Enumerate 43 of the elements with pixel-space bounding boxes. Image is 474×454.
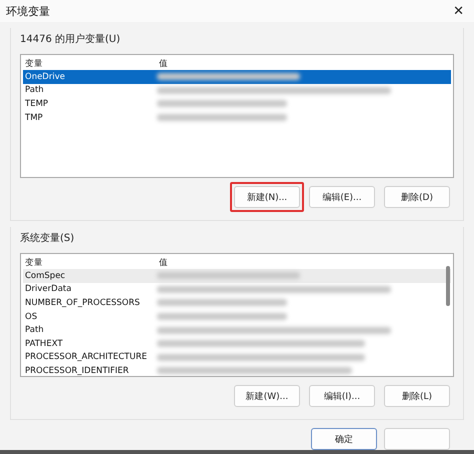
- ok-button[interactable]: 确定: [311, 428, 377, 450]
- variable-name: OneDrive: [24, 72, 66, 82]
- variable-name: DriverData: [24, 284, 72, 294]
- variable-row[interactable]: PROCESSOR_IDENTIFIER: [23, 364, 451, 376]
- variable-row[interactable]: ComSpec: [23, 269, 451, 283]
- variable-name: PATHEXT: [24, 338, 64, 349]
- dialog-button[interactable]: 新建(W)...: [234, 385, 300, 407]
- variable-name: Path: [24, 325, 45, 336]
- variable-list[interactable]: 变量 值 OneDrive Path TEMP TMP: [20, 54, 454, 178]
- close-button[interactable]: ✕: [453, 4, 464, 18]
- column-header: 值: [158, 58, 169, 70]
- variable-name: Path: [24, 85, 45, 96]
- variable-row[interactable]: PATHEXT: [23, 336, 451, 351]
- variable-row[interactable]: DriverData: [23, 282, 451, 296]
- variable-row[interactable]: OneDrive: [23, 70, 451, 84]
- variable-row[interactable]: NUMBER_OF_PROCESSORS: [23, 296, 451, 310]
- variable-row[interactable]: Path: [23, 84, 451, 98]
- variable-name: NUMBER_OF_PROCESSORS: [24, 298, 141, 308]
- variable-row[interactable]: OS: [23, 310, 451, 324]
- variable-list[interactable]: 变量 值 ComSpec DriverData NUMBER_OF_PROCESSORS OS Path PATHEXT PROCESSOR_ARCHITECTURE PROCESSOR_IDENTIFIER: [20, 253, 454, 377]
- group-label: 系统变量(S): [20, 232, 76, 245]
- variable-row[interactable]: Path: [23, 323, 451, 337]
- scrollbar-thumb[interactable]: [446, 266, 450, 306]
- variable-name: OS: [24, 312, 38, 322]
- dialog-button[interactable]: 编辑(E)...: [309, 186, 375, 208]
- dialog-button[interactable]: [384, 428, 450, 450]
- variable-name: TMP: [24, 112, 44, 123]
- variable-row[interactable]: TMP: [23, 110, 451, 124]
- dialog-button[interactable]: 新建(N)...: [234, 186, 300, 208]
- dialog-button[interactable]: 删除(L): [384, 385, 450, 407]
- window-title: 环境变量: [6, 4, 50, 18]
- variable-row[interactable]: PROCESSOR_ARCHITECTURE: [23, 350, 451, 364]
- column-header: 变量: [24, 58, 44, 70]
- group-label: 14476 的用户变量(U): [20, 32, 122, 46]
- column-header: 变量: [24, 256, 44, 268]
- variable-name: PROCESSOR_ARCHITECTURE: [24, 352, 148, 362]
- dialog-button[interactable]: 删除(D): [384, 186, 450, 208]
- variable-row[interactable]: TEMP: [23, 97, 451, 111]
- variable-name: TEMP: [24, 98, 50, 109]
- variable-name: PROCESSOR_IDENTIFIER: [24, 366, 130, 376]
- dialog-button[interactable]: 编辑(I)...: [309, 385, 375, 407]
- column-header: 值: [158, 256, 169, 268]
- variable-name: ComSpec: [24, 270, 66, 281]
